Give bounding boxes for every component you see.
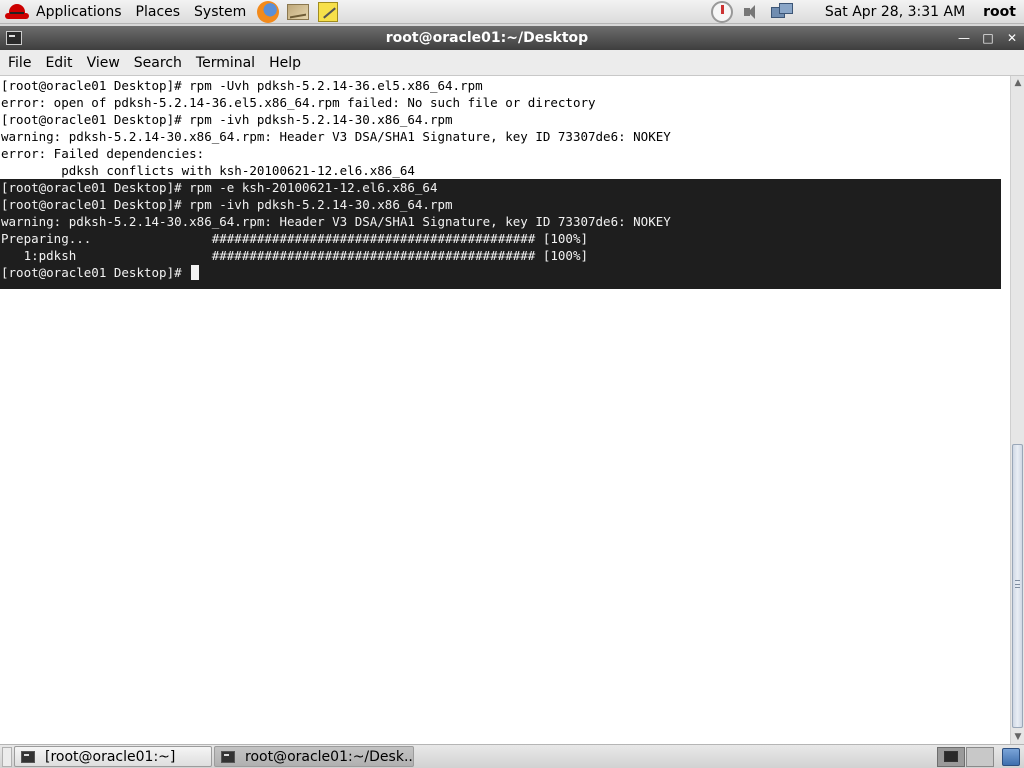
scroll-up-arrow-icon[interactable]: ▲ [1011, 76, 1024, 90]
network-tray[interactable] [768, 0, 796, 24]
firefox-launcher[interactable] [255, 0, 281, 24]
menu-view[interactable]: View [81, 55, 126, 71]
window-titlebar[interactable]: root@oracle01:~/Desktop — □ ✕ [0, 26, 1024, 50]
applications-menu[interactable]: Applications [0, 0, 129, 24]
scroll-down-arrow-icon[interactable]: ▼ [1011, 730, 1024, 744]
close-button[interactable]: ✕ [1000, 26, 1024, 50]
update-icon [710, 0, 733, 23]
taskbar-item-label: root@oracle01:~/Desk... [245, 748, 414, 765]
firefox-icon [257, 0, 280, 23]
terminal-window-icon[interactable] [6, 31, 22, 45]
volume-tray[interactable] [738, 0, 766, 24]
clock[interactable]: Sat Apr 28, 3:31 AM [797, 4, 977, 20]
mini-terminal-icon [944, 751, 958, 762]
update-tray[interactable] [708, 0, 736, 24]
mail-launcher[interactable] [285, 0, 311, 24]
user-menu[interactable]: root [977, 4, 1024, 20]
volume-icon [743, 4, 761, 20]
text-cursor [191, 265, 200, 280]
terminal-line: [root@oracle01 Desktop]# rpm -ivh pdksh-… [1, 112, 453, 127]
menu-edit[interactable]: Edit [39, 55, 78, 71]
system-menu[interactable]: System [187, 0, 253, 24]
terminal-line: warning: pdksh-5.2.14-30.x86_64.rpm: Hea… [1, 129, 671, 144]
workspace-1[interactable] [937, 746, 965, 767]
menu-terminal[interactable]: Terminal [190, 55, 261, 71]
terminal-menubar: File Edit View Search Terminal Help [0, 50, 1024, 76]
selected-line: Preparing... ###########################… [1, 231, 588, 246]
terminal-output[interactable]: [root@oracle01 Desktop]# rpm -Uvh pdksh-… [0, 76, 1010, 744]
taskbar-item-root-home[interactable]: [root@oracle01:~] [14, 746, 212, 767]
terminal-icon [221, 750, 235, 763]
terminal-icon [21, 750, 35, 763]
taskbar-item-root-desktop[interactable]: root@oracle01:~/Desk... [214, 746, 414, 767]
notes-icon [318, 1, 339, 22]
menu-search[interactable]: Search [128, 55, 188, 71]
bottom-taskbar: [root@oracle01:~] root@oracle01:~/Desk..… [0, 744, 1024, 768]
selected-line: [root@oracle01 Desktop]# rpm -e ksh-2010… [1, 180, 438, 195]
show-desktop-button[interactable] [2, 746, 12, 767]
selected-text-block[interactable]: [root@oracle01 Desktop]# rpm -e ksh-2010… [0, 179, 1001, 289]
selected-line: [root@oracle01 Desktop]# rpm -ivh pdksh-… [1, 197, 453, 212]
taskbar-item-label: [root@oracle01:~] [45, 748, 176, 765]
mail-icon [287, 3, 310, 20]
terminal-line: pdksh conflicts with ksh-20100621-12.el6… [1, 163, 415, 178]
shell-prompt: [root@oracle01 Desktop]# [1, 265, 190, 280]
selected-line: warning: pdksh-5.2.14-30.x86_64.rpm: Hea… [1, 214, 671, 229]
menu-help[interactable]: Help [263, 55, 307, 71]
menu-file[interactable]: File [2, 55, 37, 71]
applications-menu-label: Applications [36, 3, 122, 20]
scroll-thumb[interactable] [1012, 444, 1023, 728]
vertical-scrollbar[interactable]: ▲ ▼ [1010, 76, 1024, 744]
grip-icon [1015, 580, 1020, 588]
terminal-line: error: open of pdksh-5.2.14-36.el5.x86_6… [1, 95, 596, 110]
maximize-button[interactable]: □ [976, 26, 1000, 50]
network-icon [770, 2, 793, 21]
redhat-icon [4, 2, 30, 22]
window-title: root@oracle01:~/Desktop [385, 30, 589, 46]
top-panel: Applications Places System Sat Apr 28, 3… [0, 0, 1024, 24]
workspace-2[interactable] [966, 746, 994, 767]
terminal-line: [root@oracle01 Desktop]# rpm -Uvh pdksh-… [1, 78, 483, 93]
notes-launcher[interactable] [315, 0, 341, 24]
prompt-line[interactable]: [root@oracle01 Desktop]# [0, 264, 1001, 281]
places-menu[interactable]: Places [129, 0, 188, 24]
minimize-button[interactable]: — [952, 26, 976, 50]
terminal-line: error: Failed dependencies: [1, 146, 205, 161]
trash-icon[interactable] [1002, 747, 1020, 766]
selected-line: 1:pdksh ################################… [1, 248, 588, 263]
